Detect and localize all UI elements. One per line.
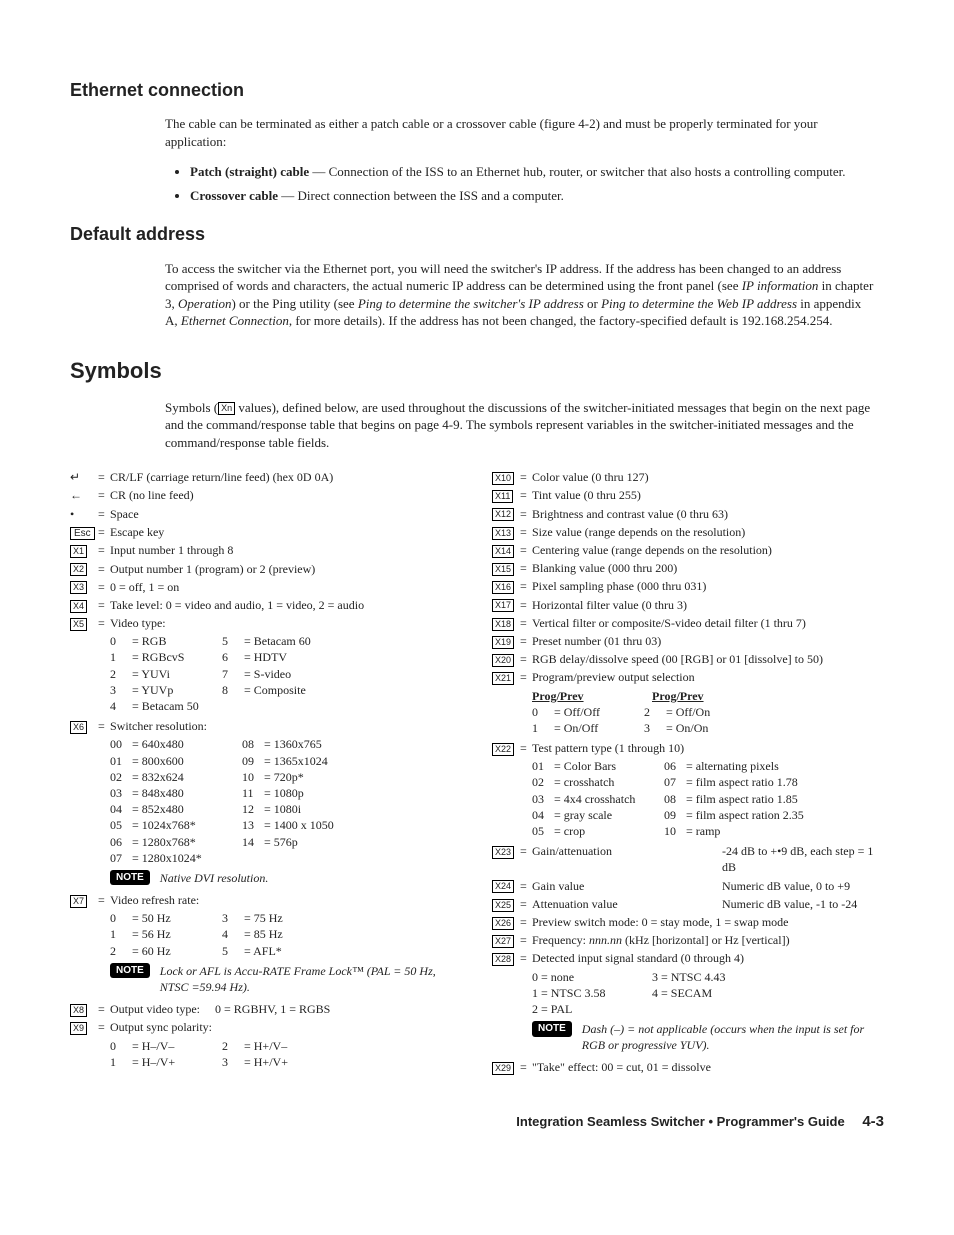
symbols-left-column: ↵=CR/LF (carriage return/line feed) (hex… bbox=[70, 469, 462, 1077]
sync-polarity-table: 0= H–/V–2= H+/V– 1= H–/V+3= H+/V+ bbox=[110, 1038, 462, 1070]
bullet-patch-cable: Patch (straight) cable — Connection of t… bbox=[190, 163, 884, 181]
symbols-columns: ↵=CR/LF (carriage return/line feed) (hex… bbox=[70, 469, 884, 1077]
note-native-dvi: NOTE Native DVI resolution. bbox=[110, 870, 462, 886]
note-dash: NOTE Dash (–) = not applicable (occurs w… bbox=[532, 1021, 884, 1053]
symbols-right-column: X10=Color value (0 thru 127) X11=Tint va… bbox=[492, 469, 884, 1077]
note-badge-icon: NOTE bbox=[110, 870, 150, 886]
video-type-table: 0= RGB5= Betacam 60 1= RGBcvS6= HDTV 2= … bbox=[110, 633, 462, 714]
note-badge-icon: NOTE bbox=[532, 1021, 572, 1037]
paragraph-symbols: Symbols (Xn values), defined below, are … bbox=[165, 399, 874, 452]
video-refresh-table: 0= 50 Hz3= 75 Hz 1= 56 Hz4= 85 Hz 2= 60 … bbox=[110, 910, 462, 959]
page-footer: Integration Seamless Switcher • Programm… bbox=[70, 1112, 884, 1132]
paragraph-default-address: To access the switcher via the Ethernet … bbox=[165, 260, 874, 330]
heading-default-address: Default address bbox=[70, 222, 884, 246]
prog-prev-header: Prog/PrevProg/Prev bbox=[532, 688, 884, 704]
input-signal-table: 0 = none3 = NTSC 4.43 1 = NTSC 3.584 = S… bbox=[532, 969, 884, 1018]
xn-symbol: Xn bbox=[218, 402, 235, 415]
paragraph-ethernet: The cable can be terminated as either a … bbox=[165, 115, 874, 150]
prog-prev-table: 0= Off/Off2= Off/On 1= On/Off3= On/On bbox=[532, 704, 884, 736]
bullet-crossover-cable: Crossover cable — Direct connection betw… bbox=[190, 187, 884, 205]
note-afl: NOTE Lock or AFL is Accu-RATE Frame Lock… bbox=[110, 963, 462, 995]
note-badge-icon: NOTE bbox=[110, 963, 150, 979]
heading-ethernet-connection: Ethernet connection bbox=[70, 78, 884, 102]
test-pattern-table: 01= Color Bars06= alternating pixels 02=… bbox=[532, 758, 884, 839]
heading-symbols: Symbols bbox=[70, 356, 884, 386]
switcher-resolution-table: 00= 640x48008= 1360x765 01= 800x60009= 1… bbox=[110, 736, 462, 866]
ethernet-bullets: Patch (straight) cable — Connection of t… bbox=[190, 163, 884, 204]
